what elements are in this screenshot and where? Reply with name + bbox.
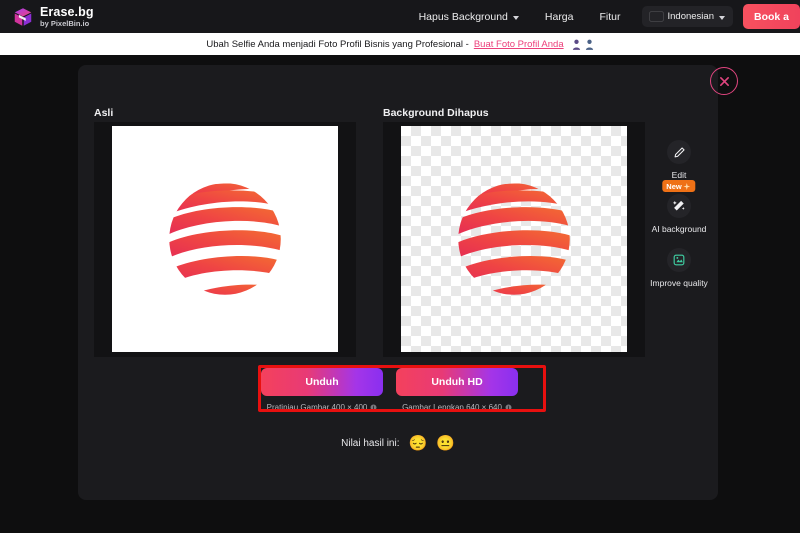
promo-banner-avatars bbox=[572, 39, 594, 50]
chevron-down-icon bbox=[718, 15, 725, 20]
brand-logo-area[interactable]: Erase.bg by PixelBin.io bbox=[0, 6, 94, 28]
rating-label: Nilai hasil ini: bbox=[341, 438, 400, 449]
original-image-panel bbox=[94, 122, 356, 357]
download-standard-caption-text: Pratinjau Gambar 400 × 400 bbox=[266, 403, 368, 412]
removed-panel-label: Background Dihapus bbox=[383, 107, 489, 119]
improve-quality-button[interactable] bbox=[667, 248, 691, 272]
language-label: Indonesian bbox=[667, 11, 714, 22]
sparkle-icon bbox=[683, 182, 691, 190]
top-navigation-bar: Erase.bg by PixelBin.io Hapus Background… bbox=[0, 0, 800, 33]
tool-label: Improve quality bbox=[650, 278, 708, 288]
rating-option-neutral[interactable]: 😐 bbox=[436, 436, 455, 451]
striped-globe-logo-transparent bbox=[458, 183, 570, 295]
tool-edit[interactable]: Edit bbox=[641, 140, 717, 180]
app-root: Erase.bg by PixelBin.io Hapus Background… bbox=[0, 0, 800, 533]
result-modal: Asli Background Dihapus Edit New AI back… bbox=[78, 65, 738, 500]
cube-logo-icon bbox=[14, 7, 32, 26]
tool-label: AI background bbox=[651, 224, 707, 234]
download-hd-caption-text: Gambar Lengkap 640 × 640 bbox=[402, 403, 502, 412]
new-badge: New bbox=[662, 180, 696, 192]
tool-ai-background[interactable]: New AI background bbox=[641, 180, 717, 234]
removed-image-canvas bbox=[401, 126, 627, 352]
indonesia-flag-icon bbox=[650, 12, 663, 21]
download-standard-group: Unduh Pratinjau Gambar 400 × 400 bbox=[261, 368, 383, 412]
tool-improve-quality[interactable]: Improve quality bbox=[641, 248, 717, 288]
promo-banner-link[interactable]: Buat Foto Profil Anda bbox=[474, 39, 564, 50]
info-icon[interactable] bbox=[505, 404, 512, 411]
close-modal-button[interactable] bbox=[710, 67, 738, 95]
download-hd-group: Unduh HD Gambar Lengkap 640 × 640 bbox=[396, 368, 518, 412]
original-image-canvas bbox=[112, 126, 338, 352]
language-selector[interactable]: Indonesian bbox=[641, 6, 733, 27]
person-avatar-icon bbox=[572, 39, 580, 50]
chevron-down-icon bbox=[512, 15, 519, 20]
nav-item-fitur[interactable]: Fitur bbox=[587, 0, 634, 33]
info-icon[interactable] bbox=[370, 404, 377, 411]
magic-wand-icon bbox=[672, 200, 685, 211]
close-icon bbox=[719, 76, 729, 86]
brand-text: Erase.bg by PixelBin.io bbox=[40, 6, 94, 27]
download-hd-button[interactable]: Unduh HD bbox=[396, 368, 518, 396]
nav-item-label: Fitur bbox=[599, 10, 621, 23]
nav-right-group: Hapus Background Harga Fitur Indonesian … bbox=[406, 0, 800, 33]
download-hd-caption: Gambar Lengkap 640 × 640 bbox=[402, 403, 512, 412]
book-a-demo-button[interactable]: Book a bbox=[742, 4, 800, 29]
nav-item-hapus-background[interactable]: Hapus Background bbox=[406, 0, 532, 33]
removed-image-panel bbox=[383, 122, 645, 357]
rating-row: Nilai hasil ini: 😔 😐 bbox=[78, 436, 718, 451]
pencil-icon bbox=[674, 146, 685, 157]
striped-globe-logo bbox=[169, 183, 281, 295]
nav-item-label: Harga bbox=[544, 10, 574, 23]
rating-option-sad[interactable]: 😔 bbox=[408, 436, 427, 451]
brand-subtitle: by PixelBin.io bbox=[40, 18, 90, 28]
edit-button[interactable] bbox=[667, 140, 691, 164]
download-button[interactable]: Unduh bbox=[261, 368, 383, 396]
download-buttons-row: Unduh Pratinjau Gambar 400 × 400 Unduh H… bbox=[261, 368, 518, 412]
original-panel-label: Asli bbox=[94, 107, 114, 119]
brand-title: Erase.bg bbox=[40, 5, 94, 19]
page-body: Asli Background Dihapus Edit New AI back… bbox=[0, 55, 800, 533]
nav-item-harga[interactable]: Harga bbox=[532, 0, 587, 33]
enhance-image-icon bbox=[673, 254, 685, 266]
tool-rail: Edit New AI background Improve quality bbox=[641, 140, 717, 302]
nav-item-label: Hapus Background bbox=[418, 10, 508, 23]
tool-label: Edit bbox=[671, 170, 687, 180]
download-standard-caption: Pratinjau Gambar 400 × 400 bbox=[267, 403, 378, 412]
ai-background-button[interactable] bbox=[667, 194, 691, 218]
promo-banner-text: Ubah Selfie Anda menjadi Foto Profil Bis… bbox=[206, 38, 469, 50]
promo-banner: Ubah Selfie Anda menjadi Foto Profil Bis… bbox=[0, 33, 800, 55]
new-badge-label: New bbox=[666, 181, 682, 191]
person-avatar-icon bbox=[585, 39, 593, 50]
